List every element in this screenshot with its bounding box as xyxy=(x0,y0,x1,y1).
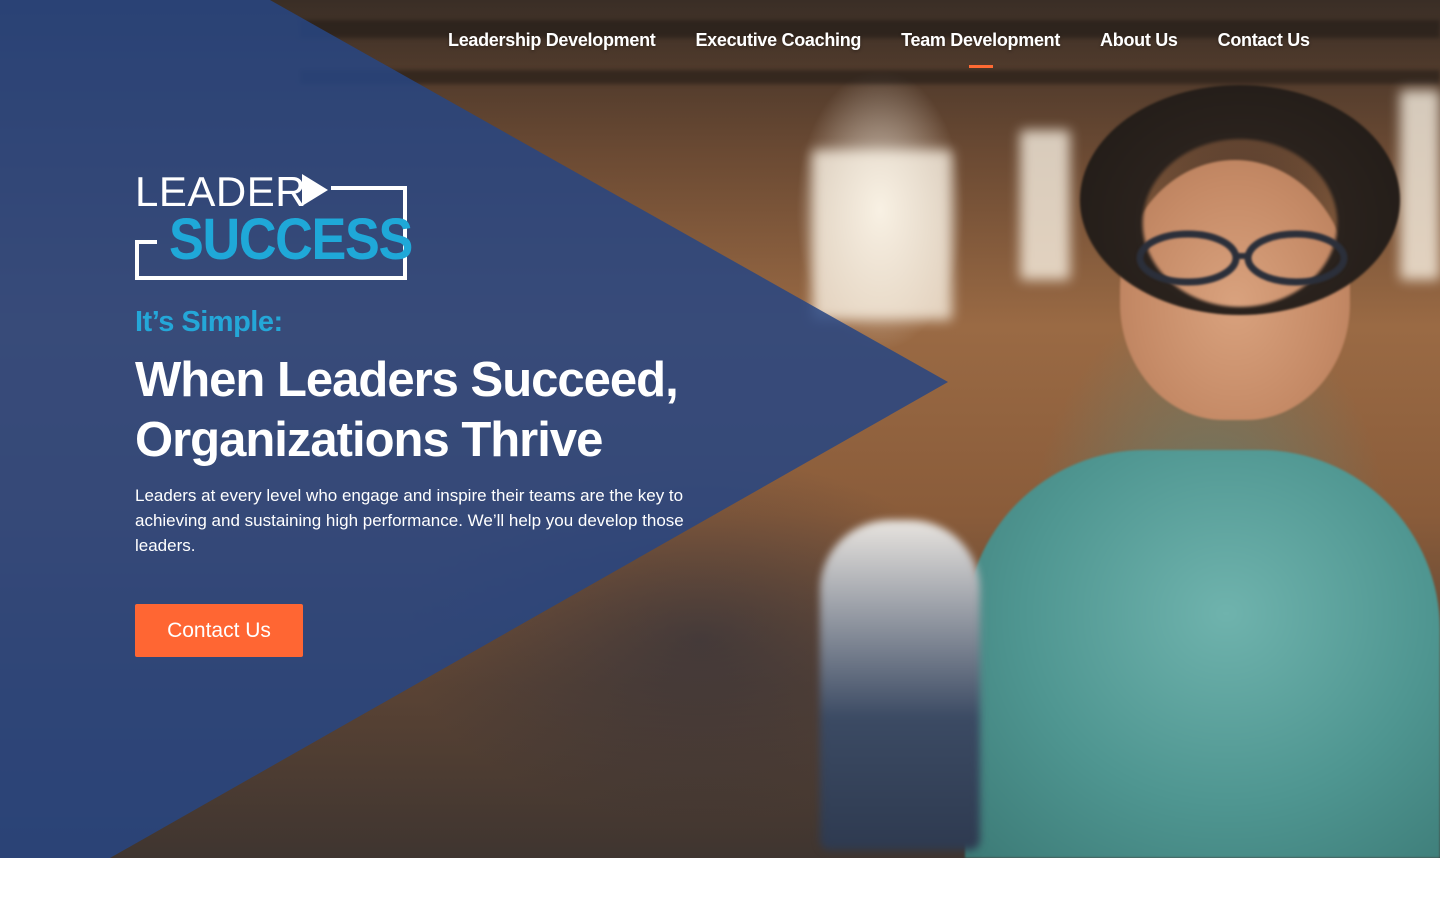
window-light xyxy=(1020,130,1070,280)
hero-section: Leadership Development Executive Coachin… xyxy=(0,0,1440,858)
woman-torso xyxy=(965,450,1440,858)
nav-team-development[interactable]: Team Development xyxy=(901,30,1060,51)
ceiling-beam xyxy=(300,70,1440,84)
headline-line-1: When Leaders Succeed, xyxy=(135,353,679,407)
main-navigation: Leadership Development Executive Coachin… xyxy=(448,30,1310,51)
window-light xyxy=(812,150,952,320)
nav-leadership-development[interactable]: Leadership Development xyxy=(448,30,656,51)
hero-description: Leaders at every level who engage and in… xyxy=(135,486,684,555)
hero-headline: When Leaders Succeed, Organizations Thri… xyxy=(135,350,755,470)
hero-kicker: It’s Simple: xyxy=(135,306,283,338)
window-light xyxy=(1400,90,1440,280)
logo-word-success: SUCCESS xyxy=(169,207,413,272)
page-content-below-hero xyxy=(0,858,1440,900)
nav-executive-coaching[interactable]: Executive Coaching xyxy=(695,30,861,51)
background-person xyxy=(820,520,980,850)
leader-success-logo[interactable]: LEADER SUCCESS xyxy=(135,170,413,282)
play-arrow-icon xyxy=(302,174,328,206)
headline-line-2: Organizations Thrive xyxy=(135,413,603,467)
nav-contact-us[interactable]: Contact Us xyxy=(1218,30,1310,51)
contact-us-button[interactable]: Contact Us xyxy=(135,604,303,657)
nav-about-us[interactable]: About Us xyxy=(1100,30,1178,51)
glasses-icon xyxy=(1128,230,1356,288)
